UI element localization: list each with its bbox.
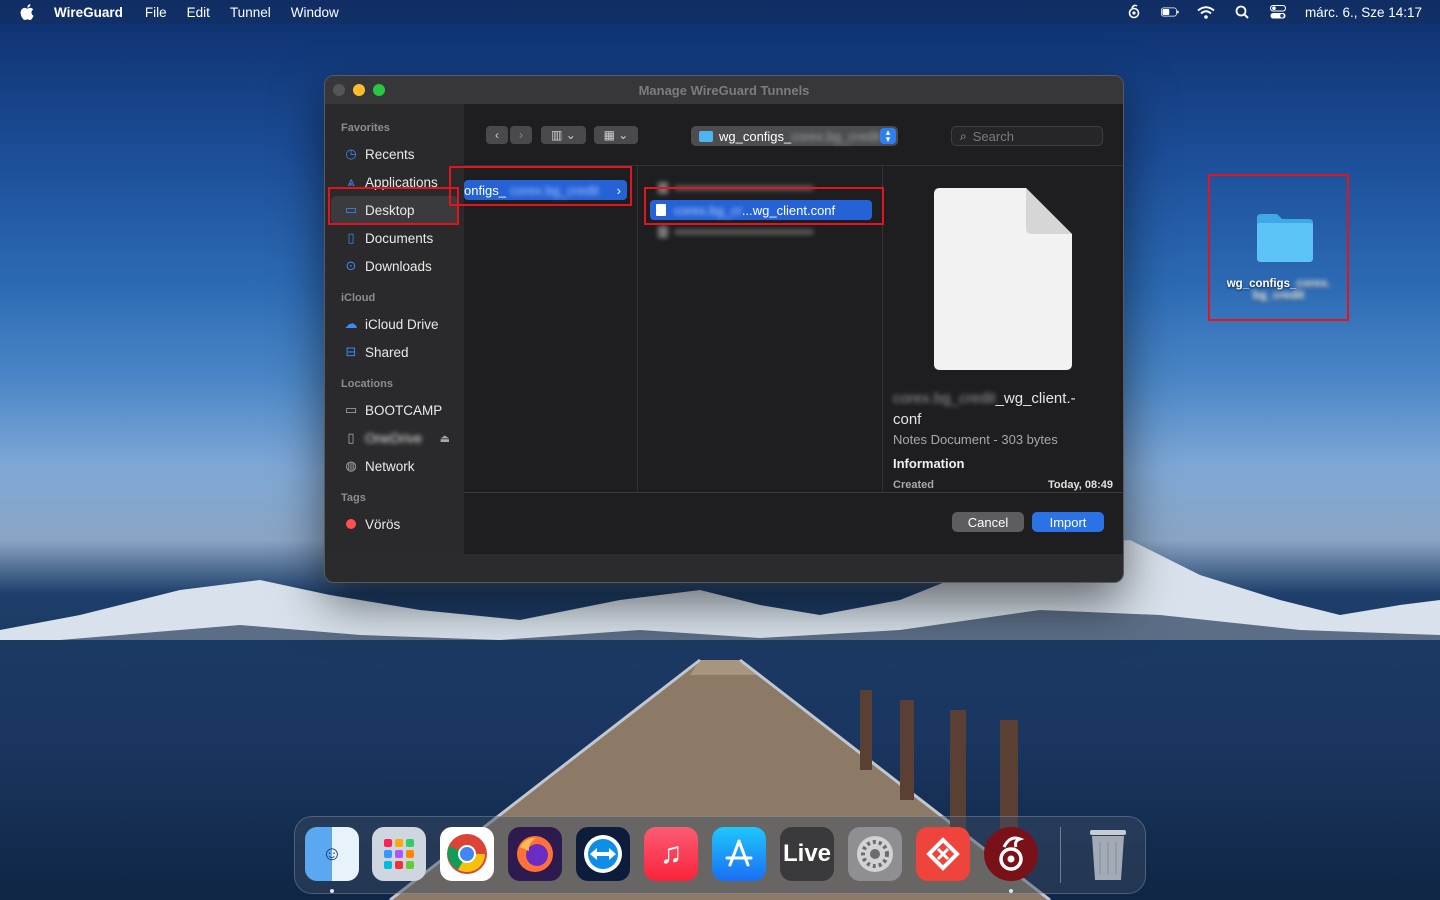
window-title: Manage WireGuard Tunnels	[638, 82, 810, 98]
document-preview-icon	[934, 188, 1072, 370]
eject-icon[interactable]: ⏏	[440, 432, 450, 445]
preview-file-name: corex.bg_credit_wg_client.- conf	[893, 390, 1076, 428]
preview-created-value: Today, 08:49	[1047, 479, 1113, 491]
sidebar-item-recents[interactable]: ◷ Recents	[325, 140, 464, 168]
manage-tunnels-window: Manage WireGuard Tunnels Favorites ◷ Rec…	[324, 75, 1124, 583]
sidebar-section-favorites: Favorites	[341, 122, 390, 134]
sidebar-item-documents[interactable]: ▯ Documents	[325, 224, 464, 252]
menu-edit[interactable]: Edit	[187, 5, 210, 20]
sidebar-item-bootcamp[interactable]: ▭ BOOTCAMP	[325, 396, 464, 424]
dialog-toolbar: ‹ › ▥ ⌄ ▦ ⌄ wg_configs_ corex.bg_credit …	[464, 104, 1123, 166]
search-icon: ⌕	[960, 128, 967, 143]
highlight-desktop	[328, 187, 459, 225]
download-icon: ⊙	[345, 258, 357, 273]
group-button[interactable]: ▦ ⌄	[594, 126, 638, 144]
app-store-icon[interactable]	[712, 827, 766, 881]
shared-folder-icon: ⊟	[345, 344, 357, 359]
menu-file[interactable]: File	[145, 5, 167, 20]
popup-stepper-icon: ▴ ▾	[880, 128, 896, 144]
firefox-icon[interactable]	[508, 827, 562, 881]
preview-pane: corex.bg_credit_wg_client.- conf Notes D…	[883, 166, 1123, 492]
trash-icon[interactable]	[1081, 827, 1135, 881]
path-popup[interactable]: wg_configs_ corex.bg_credit ▴ ▾	[691, 126, 898, 146]
highlight-file	[644, 187, 884, 225]
sidebar-item-onedrive[interactable]: ▯ OneDrive ⏏	[325, 424, 464, 452]
teamviewer-icon[interactable]	[576, 827, 630, 881]
dock-separator	[1060, 827, 1061, 883]
app-name-menu[interactable]: WireGuard	[54, 5, 123, 20]
dialog-sidebar: Favorites ◷ Recents ⩓ Applications ▭ Des…	[325, 104, 464, 554]
battery-icon[interactable]	[1160, 5, 1179, 19]
clock-icon: ◷	[345, 146, 357, 161]
wireguard-icon[interactable]	[1125, 4, 1143, 19]
view-mode-button[interactable]: ▥ ⌄	[541, 126, 586, 144]
menu-tunnel[interactable]: Tunnel	[230, 5, 271, 20]
forward-button[interactable]: ›	[510, 126, 532, 144]
sidebar-section-tags: Tags	[341, 492, 366, 504]
music-icon[interactable]: ♫	[644, 827, 698, 881]
anydesk-icon[interactable]	[916, 827, 970, 881]
file-icon: ▯	[347, 430, 355, 445]
preview-file-kind: Notes Document - 303 bytes	[893, 432, 1058, 447]
sidebar-section-icloud: iCloud	[341, 292, 376, 304]
dialog-button-bar: Cancel Import	[464, 492, 1123, 554]
menu-bar: WireGuard File Edit Tunnel Window márc. …	[0, 0, 1440, 24]
spotlight-icon[interactable]	[1233, 5, 1251, 19]
chrome-icon[interactable]	[440, 827, 494, 881]
search-field[interactable]: ⌕ Search	[951, 126, 1103, 146]
sidebar-section-locations: Locations	[341, 378, 393, 390]
finder-icon[interactable]: ☺	[305, 827, 359, 881]
sidebar-item-network[interactable]: ◍ Network	[325, 452, 464, 480]
title-bar: Manage WireGuard Tunnels	[325, 76, 1123, 104]
preview-information-heading: Information	[893, 456, 965, 471]
highlight-desktop-folder	[1208, 174, 1349, 321]
sidebar-item-shared[interactable]: ⊟ Shared	[325, 338, 464, 366]
menu-clock[interactable]: márc. 6., Sze 14:17	[1305, 5, 1422, 20]
document-icon: ▯	[347, 230, 355, 245]
cloud-icon: ☁	[344, 316, 358, 331]
chevron-right-icon: ›	[519, 128, 523, 142]
back-button[interactable]: ‹	[486, 126, 508, 144]
sidebar-item-tag-red[interactable]: Vörös	[325, 510, 464, 538]
wifi-icon[interactable]	[1197, 5, 1215, 19]
import-button[interactable]: Import	[1032, 512, 1104, 532]
chevron-left-icon: ‹	[495, 128, 499, 142]
cancel-button[interactable]: Cancel	[952, 512, 1024, 532]
sidebar-item-downloads[interactable]: ⊙ Downloads	[325, 252, 464, 280]
drive-icon: ▭	[344, 402, 358, 417]
live-icon[interactable]: Live	[780, 827, 834, 881]
network-icon: ◍	[345, 458, 357, 473]
apple-menu-icon[interactable]	[0, 4, 54, 20]
folder-icon	[699, 130, 713, 142]
wireguard-app-icon[interactable]	[984, 827, 1038, 881]
file-row[interactable]	[658, 226, 818, 238]
sidebar-item-icloud-drive[interactable]: ☁ iCloud Drive	[325, 310, 464, 338]
open-file-dialog: Favorites ◷ Recents ⩓ Applications ▭ Des…	[325, 104, 1123, 554]
system-settings-icon[interactable]	[848, 827, 902, 881]
columns-view-icon: ▥ ⌄	[551, 128, 576, 142]
menu-window[interactable]: Window	[291, 5, 339, 20]
highlight-folder	[449, 166, 632, 206]
preview-created-label: Created	[893, 479, 934, 491]
grid-icon: ▦ ⌄	[603, 128, 629, 142]
tag-dot-icon	[343, 519, 359, 529]
browser-column-1: onfigs_ corex.bg_credit ›	[464, 166, 638, 492]
control-center-icon[interactable]	[1269, 5, 1287, 19]
launchpad-icon[interactable]	[372, 827, 426, 881]
dock: ☺ ♫ Live	[294, 816, 1146, 894]
